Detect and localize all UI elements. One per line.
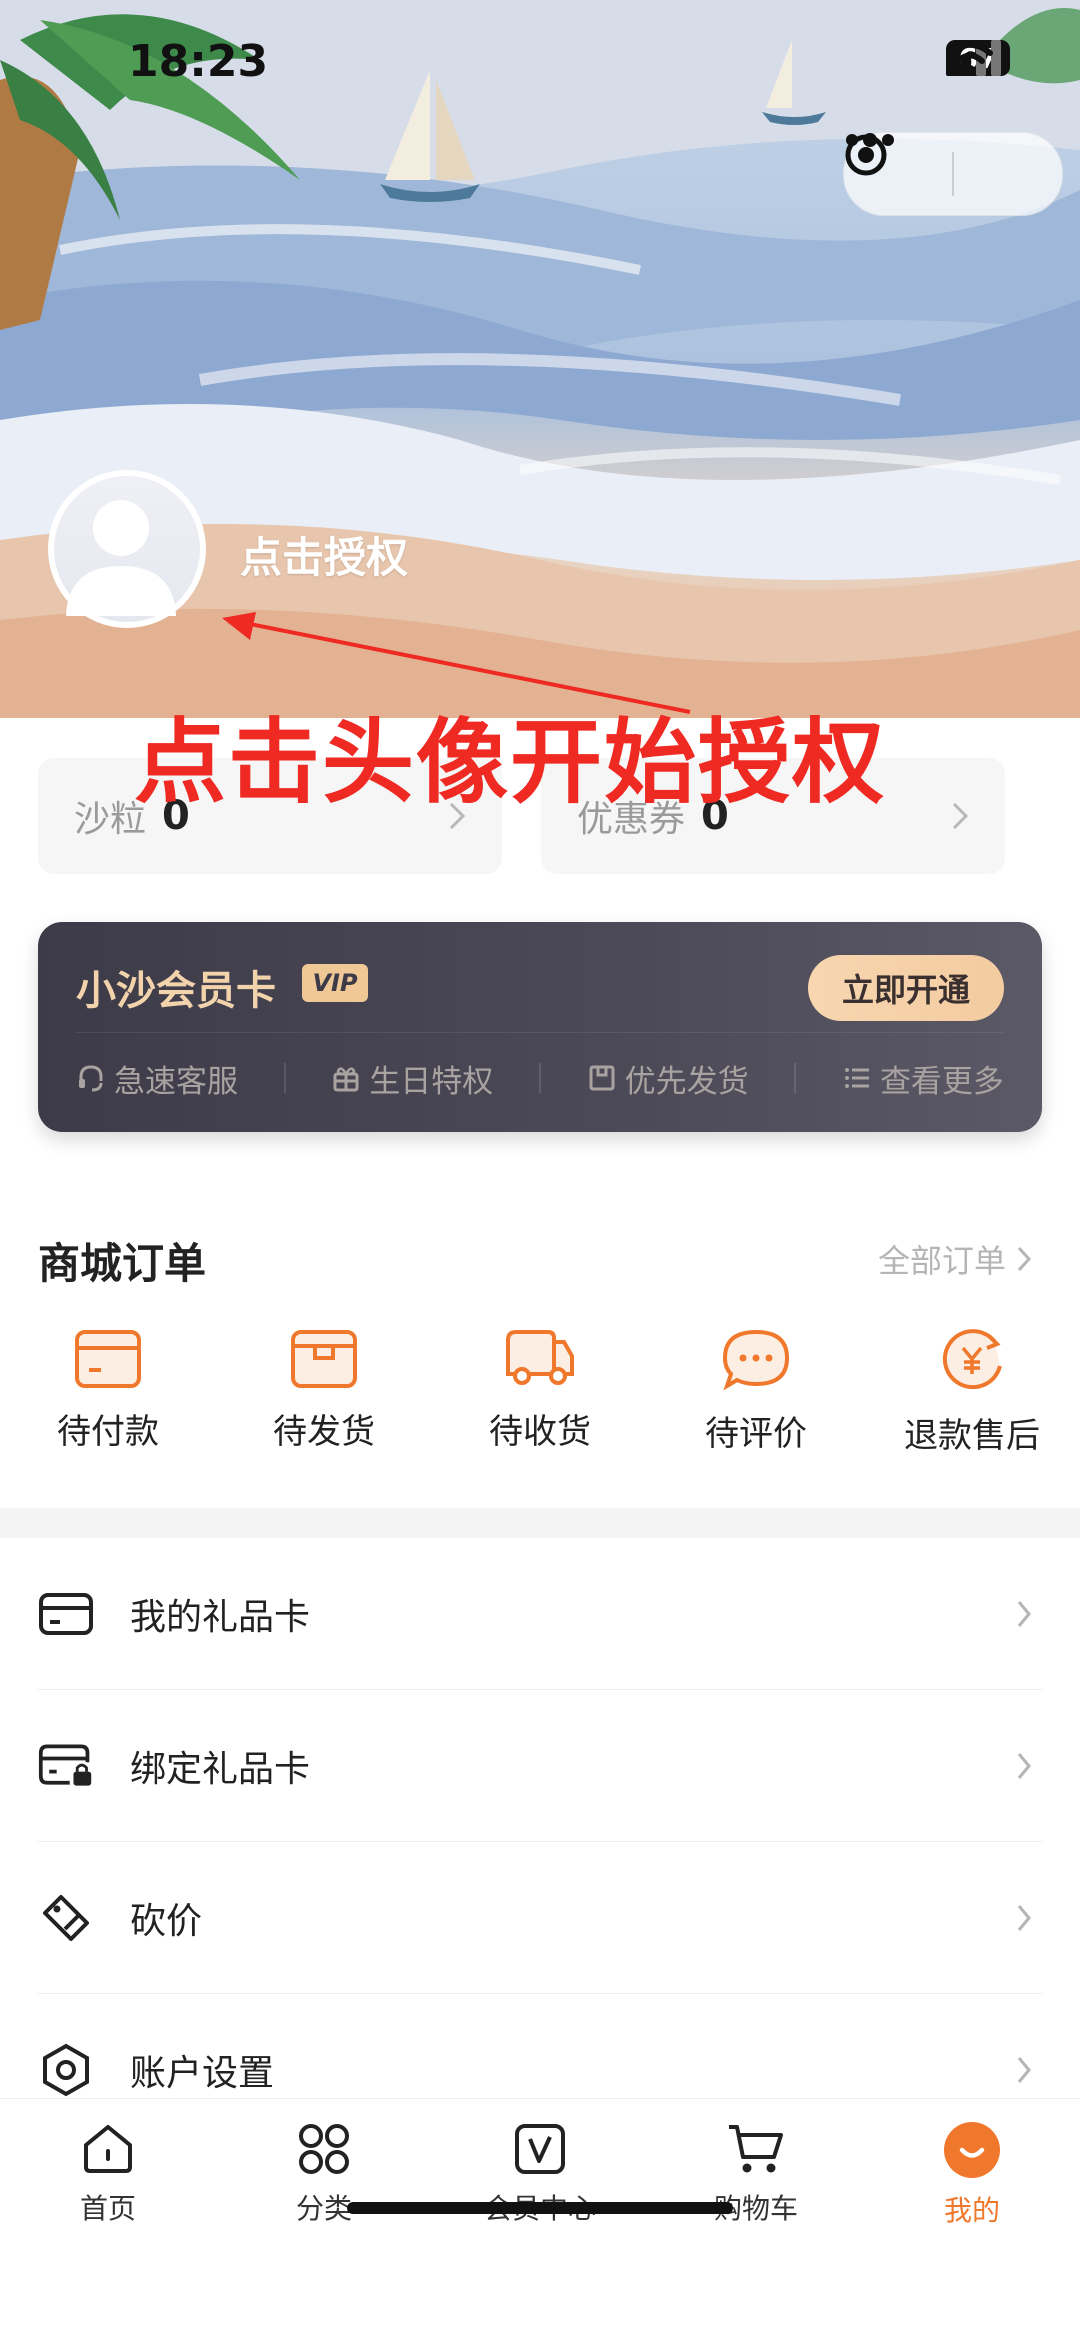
tab-vip-center[interactable]: 会员中心 bbox=[432, 2099, 648, 2249]
order-pending-receipt[interactable]: 待收货 bbox=[432, 1328, 648, 1457]
vip-badge: VIP bbox=[302, 964, 368, 1002]
gift-card-icon bbox=[38, 1586, 94, 1642]
wallet-icon bbox=[75, 1330, 141, 1388]
list-icon bbox=[844, 1068, 869, 1088]
perk-view-more[interactable]: 查看更多 bbox=[842, 1056, 1004, 1101]
vip-card-title: 小沙会员卡 bbox=[76, 968, 276, 1014]
package-icon bbox=[589, 1065, 615, 1091]
profile-smile-icon bbox=[944, 2122, 1000, 2178]
chevron-right-icon bbox=[1017, 1904, 1031, 1931]
menu-my-gift-cards[interactable]: 我的礼品卡 bbox=[38, 1538, 1042, 1690]
menu-label: 砍价 bbox=[130, 1900, 203, 1942]
home-indicator[interactable] bbox=[347, 2202, 733, 2214]
order-status-label: 待付款 bbox=[57, 1412, 159, 1452]
gift-icon bbox=[333, 1067, 359, 1092]
yuan-refund-icon bbox=[942, 1329, 1002, 1390]
card-lock-icon bbox=[38, 1738, 94, 1794]
vip-divider bbox=[76, 1032, 1004, 1033]
perk-birthday[interactable]: 生日特权 bbox=[331, 1056, 493, 1101]
perk-label: 生日特权 bbox=[369, 1063, 494, 1100]
perk-priority-shipping[interactable]: 优先发货 bbox=[587, 1056, 749, 1101]
perk-label: 优先发货 bbox=[624, 1063, 749, 1100]
tab-home[interactable]: 首页 bbox=[0, 2099, 216, 2249]
chevron-right-icon bbox=[1017, 1752, 1031, 1779]
menu-bargain[interactable]: 砍价 bbox=[38, 1842, 1042, 1994]
settings-icon bbox=[38, 2042, 94, 2098]
tab-label: 首页 bbox=[79, 2192, 136, 2225]
home-icon bbox=[84, 2125, 132, 2173]
price-tag-icon bbox=[38, 1890, 94, 1946]
order-status-label: 待评价 bbox=[705, 1414, 807, 1454]
perk-divider bbox=[538, 1063, 541, 1093]
headset-icon bbox=[79, 1065, 103, 1092]
annotation-text: 点击头像开始授权 bbox=[134, 709, 887, 816]
chevron-right-icon bbox=[1017, 1600, 1031, 1627]
perk-fast-service[interactable]: 急速客服 bbox=[76, 1056, 238, 1101]
menu-label: 绑定礼品卡 bbox=[130, 1748, 311, 1790]
all-orders-label: 全部订单 bbox=[877, 1242, 1006, 1280]
tab-label: 我的 bbox=[943, 2194, 1000, 2227]
menu-bind-gift-card[interactable]: 绑定礼品卡 bbox=[38, 1690, 1042, 1842]
perk-divider bbox=[794, 1063, 797, 1093]
vip-membership-card[interactable]: 小沙会员卡 VIP 立即开通 急速客服 生日特权 优先发货 查看更多 bbox=[38, 922, 1042, 1132]
order-status-label: 待收货 bbox=[489, 1412, 591, 1452]
chat-bubble-icon bbox=[722, 1329, 790, 1391]
truck-icon bbox=[506, 1330, 574, 1385]
tab-profile[interactable]: 我的 bbox=[864, 2099, 1080, 2249]
order-pending-payment[interactable]: 待付款 bbox=[0, 1328, 216, 1457]
box-icon bbox=[291, 1330, 357, 1388]
tab-cart[interactable]: 购物车 bbox=[648, 2099, 864, 2249]
chevron-right-icon bbox=[1017, 2057, 1031, 2083]
perk-label: 急速客服 bbox=[114, 1063, 238, 1100]
order-refund-aftersale[interactable]: 退款售后 bbox=[864, 1328, 1080, 1457]
section-divider bbox=[0, 1508, 1080, 1538]
tab-category[interactable]: 分类 bbox=[216, 2099, 432, 2249]
perk-divider bbox=[283, 1063, 286, 1093]
chevron-right-icon bbox=[1017, 1246, 1032, 1272]
tab-label: 分类 bbox=[295, 2192, 352, 2225]
order-pending-shipment[interactable]: 待发货 bbox=[216, 1328, 432, 1457]
category-icon bbox=[299, 2124, 349, 2174]
orders-section-title: 商城订单 bbox=[38, 1239, 207, 1288]
activate-vip-button[interactable]: 立即开通 bbox=[808, 955, 1004, 1021]
menu-label: 账户设置 bbox=[130, 2053, 275, 2094]
bottom-tab-bar: 首页 分类 会员中心 购物车 bbox=[0, 2098, 1080, 2338]
vip-perks: 急速客服 生日特权 优先发货 查看更多 bbox=[76, 1048, 1004, 1108]
cart-icon bbox=[729, 2125, 783, 2173]
perk-label: 查看更多 bbox=[879, 1063, 1004, 1100]
order-pending-review[interactable]: 待评价 bbox=[648, 1328, 864, 1457]
all-orders-link[interactable]: 全部订单 bbox=[878, 1236, 1032, 1282]
order-status-label: 待发货 bbox=[273, 1412, 375, 1452]
order-status-label: 退款售后 bbox=[904, 1416, 1040, 1456]
vip-center-icon bbox=[515, 2124, 565, 2174]
order-status-row: 待付款 待发货 待收货 待评价 退款售后 bbox=[0, 1328, 1080, 1457]
menu-label: 我的礼品卡 bbox=[130, 1596, 311, 1638]
